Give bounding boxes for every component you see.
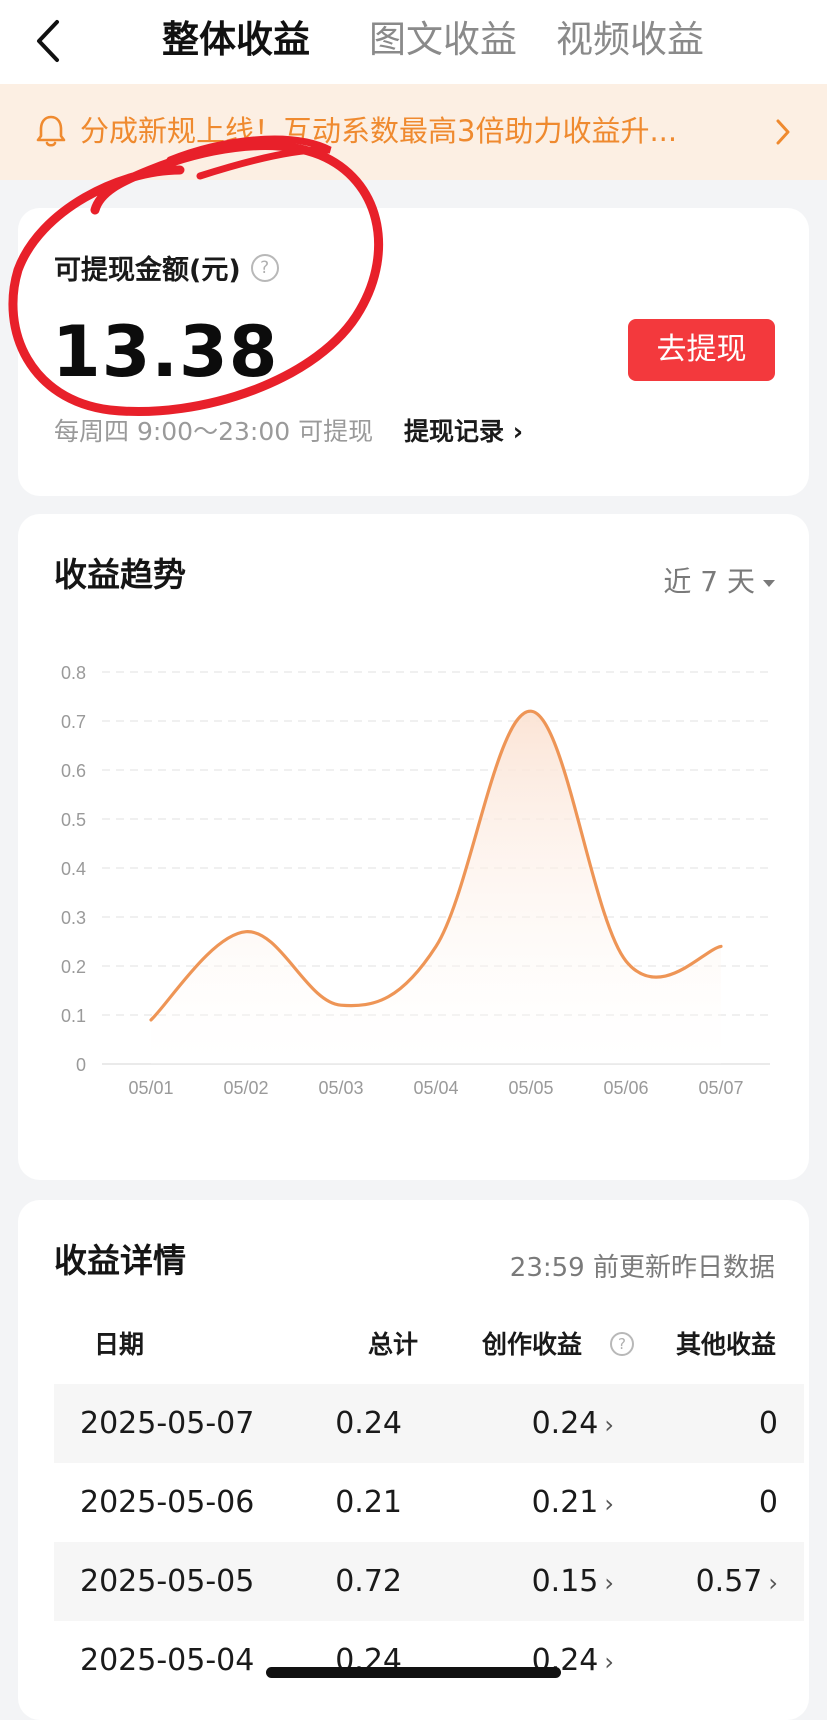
balance-amount: 13.38 [52,311,279,393]
withdraw-schedule: 每周四 9:00～23:00 可提现 [54,417,374,446]
x-tick-label: 05/04 [413,1078,458,1098]
table-row: 2025-05-04 0.24 0.24 › [54,1621,804,1700]
chevron-right-icon: › [604,1569,614,1597]
withdraw-record-link[interactable]: 提现记录 › [404,414,523,450]
row-date: 2025-05-06 [80,1485,255,1520]
row-date: 2025-05-07 [80,1406,255,1441]
y-tick-label: 0 [76,1055,86,1075]
trend-card: 收益趋势 近 7 天 0 0.1 0.2 0.3 0.4 0.5 0.6 0.7 0.8 05/0… [18,514,809,1180]
series-area [151,711,721,1064]
chevron-right-icon: › [604,1490,614,1518]
row-creation: 0.24 [531,1406,599,1441]
row-total: 0.21 [335,1485,402,1520]
chevron-right-icon: › [604,1411,614,1439]
tab-overall-earnings[interactable]: 整体收益 [162,14,310,66]
row-creation: 0.15 [531,1564,599,1599]
row-other: 0 [758,1485,778,1520]
table-row: 2025-05-07 0.24 0.24 › 0 [54,1384,804,1463]
y-tick-label: 0.8 [61,663,86,683]
y-tick-label: 0.7 [61,712,86,732]
row-creation-link[interactable]: 0.24 › [532,1621,614,1702]
x-tick-label: 05/06 [603,1078,648,1098]
row-creation-link[interactable]: 0.15 › [532,1542,614,1623]
x-tick-label: 05/07 [698,1078,743,1098]
x-tick-label: 05/02 [223,1078,268,1098]
home-indicator [266,1667,561,1678]
table-row: 2025-05-05 0.72 0.15 › 0.57 › [54,1542,804,1621]
tab-article-earnings[interactable]: 图文收益 [369,14,517,66]
details-title: 收益详情 [54,1241,186,1280]
table-header: 日期 总计 创作收益 ? 其他收益 [50,1320,805,1370]
y-tick-label: 0.5 [61,810,86,830]
y-tick-label: 0.2 [61,957,86,977]
details-card: 收益详情 23:59 前更新昨日数据 日期 总计 创作收益 ? 其他收益 202… [18,1200,809,1720]
column-other: 其他收益 [676,1330,777,1359]
top-nav-bar: 整体收益 图文收益 视频收益 [0,0,827,84]
withdraw-button[interactable]: 去提现 [628,319,775,381]
chevron-left-icon [37,20,59,62]
table-row: 2025-05-06 0.21 0.21 › 0 [54,1463,804,1542]
chevron-right-icon: › [604,1648,614,1676]
back-button[interactable] [28,16,68,66]
help-icon[interactable]: ? [250,253,279,282]
row-other: 0.57 [695,1564,763,1599]
row-total: 0.24 [335,1406,402,1441]
table-body: 2025-05-07 0.24 0.24 › 0 2025-05-06 0.21 … [54,1384,804,1700]
column-date: 日期 [94,1330,145,1359]
chevron-right-icon: › [768,1569,778,1597]
row-creation-link[interactable]: 0.24 › [532,1384,614,1465]
row-other-link[interactable]: 0.57 › [696,1542,778,1623]
balance-label-row: 可提现金额(元) ? [54,248,279,287]
update-note: 23:59 前更新昨日数据 [509,1253,775,1283]
chevron-right-icon [776,119,790,145]
help-icon[interactable]: ? [610,1332,634,1356]
row-date: 2025-05-05 [80,1564,255,1599]
bell-icon [36,115,66,147]
y-tick-label: 0.1 [61,1006,86,1026]
row-total: 0.72 [335,1564,402,1599]
row-total: 0.24 [335,1643,402,1678]
row-other: 0 [758,1406,778,1441]
trend-chart: 0 0.1 0.2 0.3 0.4 0.5 0.6 0.7 0.8 05/01 05/02 05/03… [61,663,770,1098]
column-total: 总计 [368,1330,419,1359]
y-tick-label: 0.4 [61,859,86,879]
row-creation: 0.21 [531,1485,599,1520]
x-tick-label: 05/01 [128,1078,173,1098]
balance-card: 可提现金额(元) ? 13.38 去提现 每周四 9:00～23:00 可提现 … [18,208,809,496]
notice-text: 分成新规上线！互动系数最高3倍助力收益升... [80,114,678,148]
column-creation: 创作收益 [482,1330,583,1359]
row-creation-link[interactable]: 0.21 › [532,1463,614,1544]
row-date: 2025-05-04 [80,1643,255,1678]
x-tick-label: 05/05 [508,1078,553,1098]
balance-label: 可提现金额(元) [54,255,241,286]
y-tick-label: 0.6 [61,761,86,781]
x-tick-label: 05/03 [318,1078,363,1098]
y-tick-label: 0.3 [61,908,86,928]
tab-video-earnings[interactable]: 视频收益 [556,14,704,66]
notice-banner[interactable]: 分成新规上线！互动系数最高3倍助力收益升... [0,84,827,180]
